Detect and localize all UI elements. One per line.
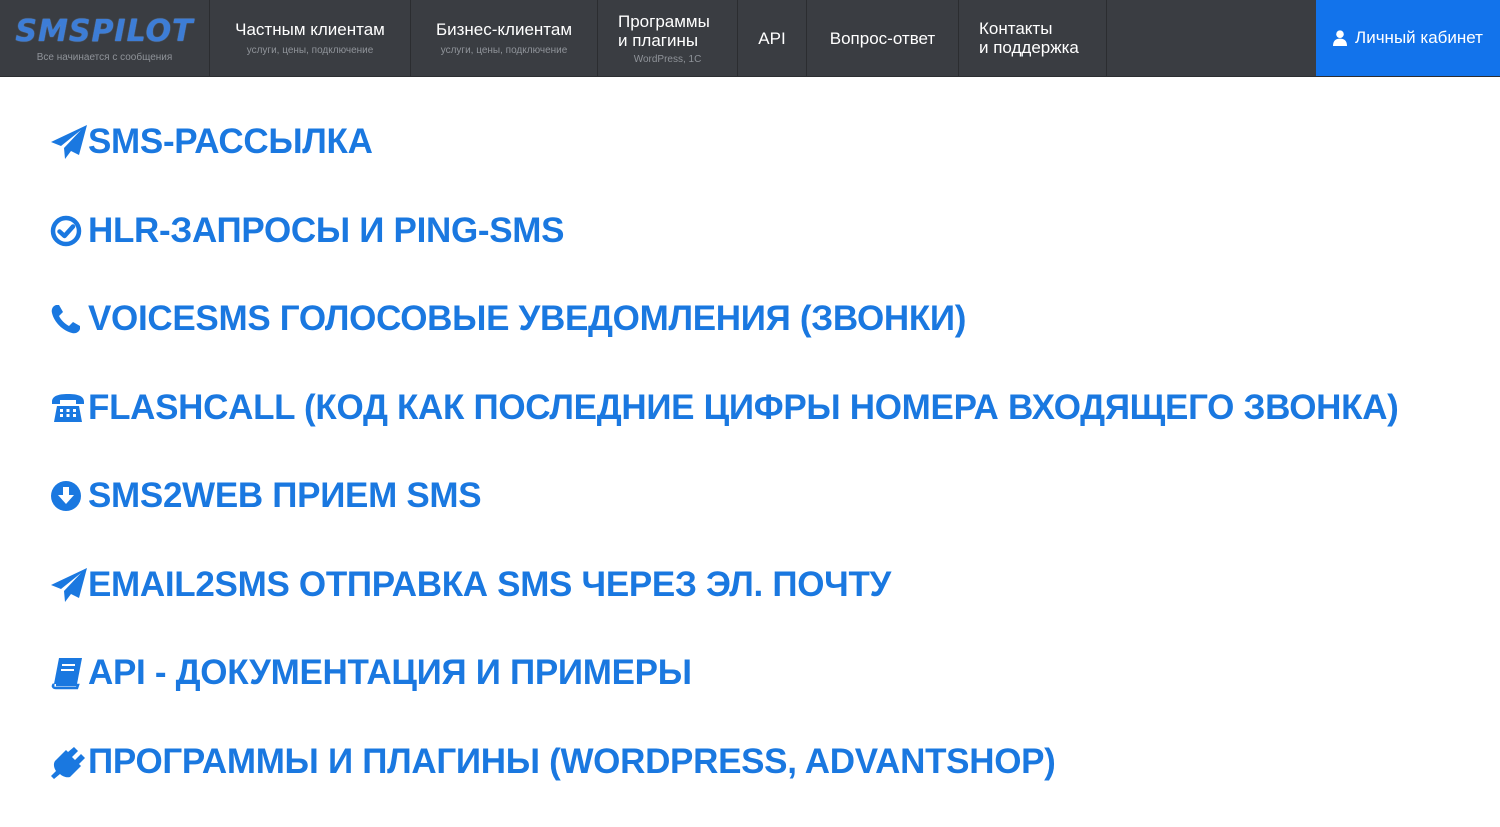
- nav-programs-plugins[interactable]: Программы и плагины WordPress, 1C: [598, 0, 738, 76]
- user-icon: [1333, 30, 1348, 46]
- phone-icon: [50, 301, 88, 337]
- nav-private-clients[interactable]: Частным клиентам услуги, цены, подключен…: [210, 0, 411, 76]
- menu-item-hlr-ping[interactable]: HLR-ЗАПРОСЫ И PING-SMS: [50, 200, 1399, 262]
- book-icon: [50, 655, 88, 691]
- menu-label-sms2web: SMS2WEB ПРИЕМ SMS: [88, 476, 482, 515]
- logo: SMSPILOT: [15, 13, 194, 49]
- nav-faq-title: Вопрос-ответ: [829, 28, 936, 48]
- plug-icon: [50, 744, 88, 780]
- nav-contacts-support[interactable]: Контакты и поддержка: [959, 0, 1107, 76]
- nav-business-clients-subtitle: услуги, цены, подключение: [440, 45, 568, 56]
- brand-logo-link[interactable]: SMSPILOT Все начинается с сообщения: [0, 0, 210, 76]
- personal-account-label: Личный кабинет: [1355, 28, 1483, 47]
- nav-api-title: API: [758, 28, 786, 48]
- service-menu: SMS-РАССЫЛКА HLR-ЗАПРОСЫ И PING-SMS VOIC…: [50, 111, 1399, 819]
- menu-label-api-docs: API - ДОКУМЕНТАЦИЯ И ПРИМЕРЫ: [88, 653, 692, 692]
- menu-item-flashcall[interactable]: FLASHCALL (КОД КАК ПОСЛЕДНИЕ ЦИФРЫ НОМЕР…: [50, 377, 1399, 439]
- check-circle-icon: [50, 213, 88, 249]
- menu-label-email2sms: EMAIL2SMS ОТПРАВКА SMS ЧЕРЕЗ ЭЛ. ПОЧТУ: [88, 564, 891, 604]
- nav-business-clients[interactable]: Бизнес-клиентам услуги, цены, подключени…: [411, 0, 598, 76]
- nav-contacts-support-title: Контакты и поддержка: [979, 19, 1079, 57]
- menu-label-hlr-ping: HLR-ЗАПРОСЫ И PING-SMS: [88, 210, 565, 250]
- top-navbar: SMSPILOT Все начинается с сообщения Част…: [0, 0, 1500, 77]
- menu-label-flashcall: FLASHCALL (КОД КАК ПОСЛЕДНИЕ ЦИФРЫ НОМЕР…: [88, 387, 1399, 427]
- nav-faq[interactable]: Вопрос-ответ: [807, 0, 959, 76]
- nav-api[interactable]: API: [738, 0, 807, 76]
- nav-business-clients-title: Бизнес-клиентам: [435, 20, 573, 39]
- menu-item-email2sms[interactable]: EMAIL2SMS ОТПРАВКА SMS ЧЕРЕЗ ЭЛ. ПОЧТУ: [50, 554, 1399, 616]
- logo-tagline: Все начинается с сообщения: [36, 51, 173, 63]
- menu-label-programs-plugins: ПРОГРАММЫ И ПЛАГИНЫ (WORDPRESS, ADVANTSH…: [88, 741, 1056, 781]
- menu-item-api-docs[interactable]: API - ДОКУМЕНТАЦИЯ И ПРИМЕРЫ: [50, 642, 1399, 704]
- menu-item-sms-mailing[interactable]: SMS-РАССЫЛКА: [50, 111, 1399, 173]
- desk-phone-icon: [50, 390, 88, 426]
- nav-programs-plugins-subtitle: WordPress, 1C: [633, 53, 702, 65]
- nav-private-clients-subtitle: услуги, цены, подключение: [246, 45, 374, 56]
- menu-label-voicesms: VOICESMS ГОЛОСОВЫЕ УВЕДОМЛЕНИЯ (ЗВОНКИ): [88, 299, 967, 338]
- nav-private-clients-title: Частным клиентам: [235, 20, 385, 39]
- download-circle-icon: [50, 478, 88, 514]
- menu-item-programs-plugins[interactable]: ПРОГРАММЫ И ПЛАГИНЫ (WORDPRESS, ADVANTSH…: [50, 731, 1399, 793]
- menu-label-sms-mailing: SMS-РАССЫЛКА: [88, 122, 373, 161]
- paper-plane-icon: [50, 124, 88, 160]
- paper-plane-icon: [50, 567, 88, 603]
- menu-item-sms2web[interactable]: SMS2WEB ПРИЕМ SMS: [50, 465, 1399, 527]
- menu-item-voicesms[interactable]: VOICESMS ГОЛОСОВЫЕ УВЕДОМЛЕНИЯ (ЗВОНКИ): [50, 288, 1399, 350]
- personal-account-button[interactable]: Личный кабинет: [1316, 0, 1500, 76]
- nav-programs-plugins-title: Программы и плагины: [618, 11, 710, 50]
